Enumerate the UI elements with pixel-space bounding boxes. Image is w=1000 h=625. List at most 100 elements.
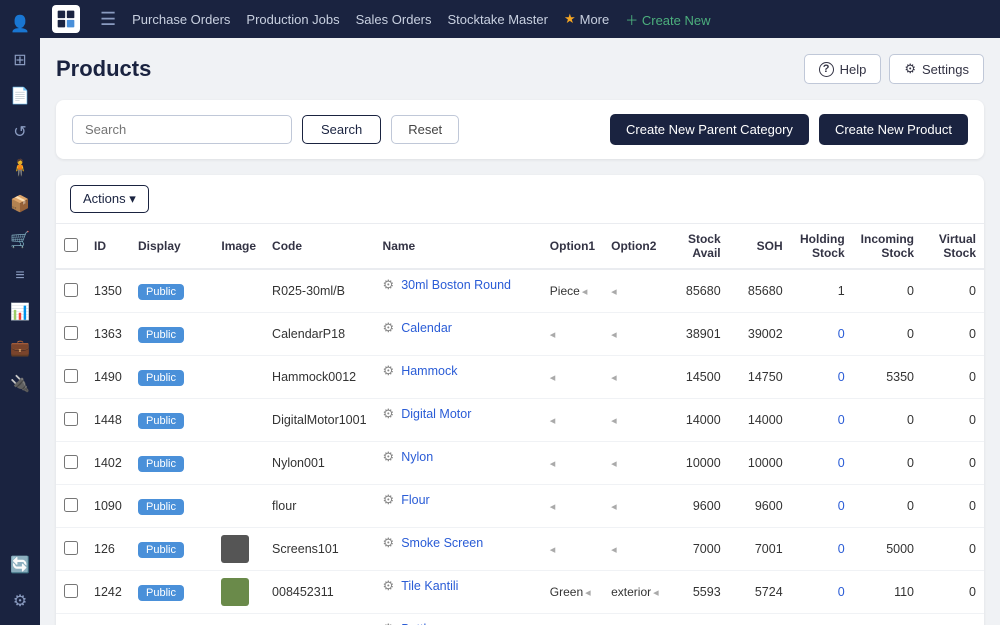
row-soh: 10000 — [729, 442, 791, 485]
display-badge[interactable]: Public — [138, 413, 184, 429]
display-badge[interactable]: Public — [138, 327, 184, 343]
option2-arrow-icon[interactable]: ◂ — [611, 500, 617, 513]
product-name-link[interactable]: Flour — [401, 493, 429, 507]
sidebar-icon-box[interactable]: 📦 — [4, 188, 36, 220]
create-category-button[interactable]: Create New Parent Category — [610, 114, 809, 145]
option2-arrow-icon[interactable]: ◂ — [611, 371, 617, 384]
row-checkbox[interactable] — [64, 412, 78, 426]
row-checkbox[interactable] — [64, 283, 78, 297]
sidebar-icon-layers[interactable]: ≡ — [4, 260, 36, 292]
sidebar-icon-cart[interactable]: 🛒 — [4, 224, 36, 256]
search-toolbar: Search Reset Create New Parent Category … — [56, 100, 984, 159]
nav-production-jobs[interactable]: Production Jobs — [246, 12, 339, 27]
sidebar-icon-users[interactable]: 👤 — [4, 8, 36, 40]
product-settings-icon[interactable]: ⚙ — [383, 621, 395, 625]
nav-stocktake-master[interactable]: Stocktake Master — [448, 12, 548, 27]
option1-arrow-icon[interactable]: ◂ — [582, 285, 588, 298]
product-name-link[interactable]: Hammock — [401, 364, 457, 378]
product-settings-icon[interactable]: ⚙ — [383, 535, 395, 551]
row-code: R025-30ml/B — [264, 269, 375, 313]
actions-button[interactable]: Actions ▾ — [70, 185, 149, 213]
actions-label: Actions ▾ — [83, 191, 136, 207]
reset-button[interactable]: Reset — [391, 115, 459, 144]
product-thumbnail — [221, 535, 249, 563]
sidebar-icon-plug[interactable]: 🔌 — [4, 368, 36, 400]
app-logo[interactable] — [52, 5, 80, 33]
option2-arrow-icon[interactable]: ◂ — [653, 586, 659, 599]
option1-arrow-icon[interactable]: ◂ — [585, 586, 591, 599]
nav-sales-orders[interactable]: Sales Orders — [356, 12, 432, 27]
product-name-link[interactable]: Calendar — [401, 321, 452, 335]
option1-arrow-icon[interactable]: ◂ — [550, 414, 556, 427]
row-code: Screens101 — [264, 528, 375, 571]
option2-arrow-icon[interactable]: ◂ — [611, 414, 617, 427]
sidebar-icon-dashboard[interactable]: ⊞ — [4, 44, 36, 76]
nav-purchase-orders[interactable]: Purchase Orders — [132, 12, 230, 27]
hamburger-icon[interactable]: ☰ — [100, 9, 116, 30]
product-settings-icon[interactable]: ⚙ — [383, 492, 395, 508]
search-input[interactable] — [72, 115, 292, 144]
product-settings-icon[interactable]: ⚙ — [383, 320, 395, 336]
row-name: ⚙Bottle — [375, 614, 542, 625]
create-product-button[interactable]: Create New Product — [819, 114, 968, 145]
row-stock-avail: 10000 — [667, 442, 729, 485]
settings-button[interactable]: ⚙ Settings — [889, 54, 984, 84]
row-checkbox[interactable] — [64, 584, 78, 598]
row-id: 1158 — [86, 614, 130, 625]
option2-arrow-icon[interactable]: ◂ — [611, 285, 617, 298]
row-checkbox[interactable] — [64, 498, 78, 512]
help-button[interactable]: ? Help — [804, 54, 882, 84]
row-id: 1363 — [86, 313, 130, 356]
select-all-checkbox[interactable] — [64, 238, 78, 252]
sidebar-icon-settings[interactable]: ⚙ — [4, 585, 36, 617]
row-image — [213, 399, 264, 442]
product-settings-icon[interactable]: ⚙ — [383, 449, 395, 465]
row-incoming: 5000 — [853, 528, 922, 571]
row-virtual: 0 — [922, 399, 984, 442]
option1-arrow-icon[interactable]: ◂ — [550, 543, 556, 556]
product-settings-icon[interactable]: ⚙ — [383, 363, 395, 379]
row-checkbox[interactable] — [64, 455, 78, 469]
row-option2: ◂ — [603, 313, 667, 356]
sidebar-icon-sync[interactable]: 🔄 — [4, 549, 36, 581]
product-name-link[interactable]: Nylon — [401, 450, 433, 464]
row-image — [213, 356, 264, 399]
row-id: 1448 — [86, 399, 130, 442]
sidebar-icon-person[interactable]: 🧍 — [4, 152, 36, 184]
sidebar-icon-briefcase[interactable]: 💼 — [4, 332, 36, 364]
row-checkbox[interactable] — [64, 326, 78, 340]
product-settings-icon[interactable]: ⚙ — [383, 578, 395, 594]
display-badge[interactable]: Public — [138, 585, 184, 601]
product-name-link[interactable]: 30ml Boston Round — [401, 278, 511, 292]
nav-more[interactable]: ★ More — [564, 11, 609, 27]
display-badge[interactable]: Public — [138, 542, 184, 558]
option1-arrow-icon[interactable]: ◂ — [550, 328, 556, 341]
option2-arrow-icon[interactable]: ◂ — [611, 328, 617, 341]
product-name-link[interactable]: Tile Kantili — [401, 579, 458, 593]
nav-create-new[interactable]: ＋ Create New — [625, 10, 710, 29]
search-button[interactable]: Search — [302, 115, 381, 144]
option2-arrow-icon[interactable]: ◂ — [611, 543, 617, 556]
option1-arrow-icon[interactable]: ◂ — [550, 371, 556, 384]
display-badge[interactable]: Public — [138, 284, 184, 300]
option1-arrow-icon[interactable]: ◂ — [550, 457, 556, 470]
product-settings-icon[interactable]: ⚙ — [383, 277, 395, 293]
option2-arrow-icon[interactable]: ◂ — [611, 457, 617, 470]
option1-arrow-icon[interactable]: ◂ — [550, 500, 556, 513]
col-header-stock-avail: StockAvail — [667, 224, 729, 269]
row-id: 1242 — [86, 571, 130, 614]
display-badge[interactable]: Public — [138, 370, 184, 386]
row-option1: ◂ — [542, 442, 603, 485]
sidebar-icon-document[interactable]: 📄 — [4, 80, 36, 112]
sidebar-icon-refresh[interactable]: ↺ — [4, 116, 36, 148]
sidebar-icon-chart[interactable]: 📊 — [4, 296, 36, 328]
display-badge[interactable]: Public — [138, 499, 184, 515]
row-checkbox[interactable] — [64, 541, 78, 555]
table-row: 1090Publicflour⚙Flour◂◂96009600000 — [56, 485, 984, 528]
col-header-image: Image — [213, 224, 264, 269]
product-settings-icon[interactable]: ⚙ — [383, 406, 395, 422]
product-name-link[interactable]: Digital Motor — [401, 407, 471, 421]
product-name-link[interactable]: Smoke Screen — [401, 536, 483, 550]
display-badge[interactable]: Public — [138, 456, 184, 472]
row-checkbox[interactable] — [64, 369, 78, 383]
